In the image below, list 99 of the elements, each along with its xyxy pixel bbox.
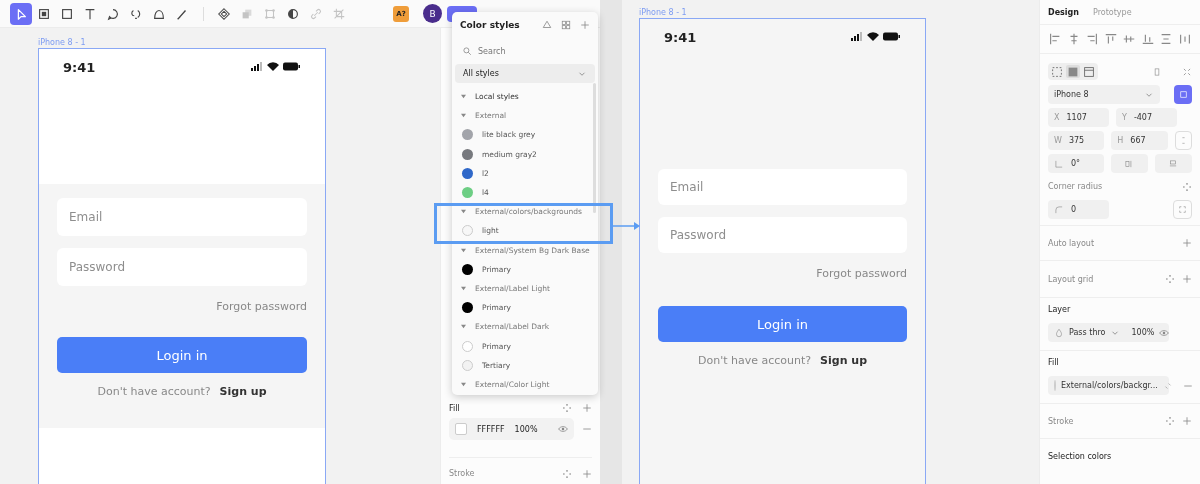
color-swatch: [455, 423, 467, 436]
align-icon: [1103, 32, 1118, 46]
styles-icon: [1182, 181, 1192, 192]
search-field[interactable]: Search: [478, 46, 578, 56]
height-field[interactable]: H 667: [1111, 131, 1168, 150]
password-field[interactable]: Password: [57, 248, 307, 286]
status-time: 9:41: [664, 29, 697, 45]
signup-link[interactable]: Sign up: [820, 354, 868, 367]
popup-title: Color styles: [460, 20, 521, 30]
diamond-icon: [217, 6, 231, 21]
resize-icon: [1152, 66, 1162, 77]
plus-icon: [580, 20, 590, 30]
signup-link[interactable]: Sign up: [219, 385, 267, 398]
disclosure-icon: [461, 247, 466, 253]
align-button[interactable]: [1140, 32, 1155, 46]
plus-icon: [582, 403, 592, 414]
align-button[interactable]: [1048, 32, 1062, 46]
plus-icon: [1182, 274, 1192, 284]
stroke-label: Stroke: [1048, 416, 1075, 426]
frame-label: iPhone 8 - 1: [38, 38, 87, 48]
corners-icon: [263, 6, 277, 21]
styles-icon: [562, 468, 572, 479]
eye-icon: [1159, 327, 1170, 338]
eye-icon: [558, 424, 568, 435]
corner-radius-label: Corner radius: [1048, 182, 1104, 191]
frame-type-icon[interactable]: [1066, 65, 1080, 78]
rotation-field[interactable]: 0°: [1048, 154, 1104, 173]
contrast-icon: [286, 6, 300, 21]
crop-icon: [332, 6, 346, 21]
disclosure-icon: [461, 285, 466, 291]
flip-icon: [1124, 158, 1135, 169]
x-field[interactable]: X 1107: [1048, 108, 1109, 127]
panel-tab[interactable]: Design: [1048, 7, 1079, 17]
align-button[interactable]: [1177, 32, 1192, 46]
layer-label: Layer: [1048, 305, 1072, 314]
signup-prompt: Don't have account?: [97, 385, 211, 398]
login-button[interactable]: Login in: [57, 337, 307, 373]
width-field[interactable]: W 375: [1048, 131, 1105, 150]
plus-icon: [582, 468, 592, 479]
preset-dropdown[interactable]: iPhone 8: [1048, 85, 1161, 104]
login-button[interactable]: Login in: [658, 306, 907, 342]
selection-colors-label: Selection colors: [1048, 451, 1113, 461]
search-icon: [462, 46, 472, 56]
styles-dropdown[interactable]: All styles: [455, 64, 595, 83]
styles-icon: [562, 403, 572, 414]
angle-icon: [1054, 158, 1064, 169]
clip-button[interactable]: [1174, 85, 1192, 104]
align-icon: [1085, 32, 1100, 46]
disclosure-icon: [461, 94, 466, 100]
grid-icon: [561, 20, 571, 30]
collapse-icon: [1182, 66, 1192, 77]
align-button[interactable]: [1085, 32, 1100, 46]
radius-icon: [1054, 204, 1064, 215]
styles-icon: [1165, 416, 1175, 426]
flip-icon: [1168, 158, 1179, 169]
status-icons: [851, 32, 901, 42]
y-field[interactable]: Y -407: [1116, 108, 1177, 127]
fill-label: Fill: [1048, 358, 1060, 367]
square-icon: [1177, 89, 1189, 100]
disclosure-icon: [461, 209, 466, 215]
styles-icon: [1165, 274, 1175, 284]
rectangle-icon: [60, 6, 74, 21]
frame-icon: [37, 6, 51, 21]
signup-prompt: Don't have account?: [697, 354, 812, 367]
tool-button[interactable]: [10, 2, 32, 25]
disclosure-icon: [461, 381, 466, 387]
fill-hex: FFFFFF: [477, 424, 505, 434]
align-icon: [1177, 32, 1192, 46]
layout-grid-label: Layout grid: [1048, 274, 1095, 284]
speech-bubble-icon: [106, 6, 120, 21]
status-time: 9:41: [63, 59, 96, 75]
email-field[interactable]: Email: [57, 198, 307, 236]
frame-label: iPhone 8 - 1: [639, 8, 688, 18]
pointer-arrow: [612, 222, 640, 230]
password-field[interactable]: Password: [658, 217, 907, 253]
fill-row[interactable]: FFFFFF 100%: [449, 418, 574, 441]
frame-type-icon[interactable]: [1082, 65, 1096, 78]
align-icon: [1140, 32, 1155, 46]
stroke-label: Stroke: [449, 469, 475, 479]
frame-type-icon[interactable]: [1050, 65, 1064, 78]
radius-field[interactable]: 0: [1048, 200, 1109, 219]
layer-blend-row[interactable]: Pass thro 100%: [1048, 323, 1169, 342]
corners-icon: [1178, 205, 1187, 214]
auto-layout-label: Auto layout: [1048, 238, 1096, 248]
text-icon: [83, 6, 97, 21]
fill-style-row[interactable]: External/colors/backgr...: [1048, 376, 1169, 395]
plus-icon: [1182, 238, 1192, 248]
fill-label: Fill: [449, 403, 460, 413]
email-field[interactable]: Email: [658, 169, 907, 205]
drop-icon: [1054, 327, 1064, 338]
align-icon: [1048, 32, 1062, 46]
link-icon: [309, 6, 323, 21]
status-icons: [251, 62, 301, 72]
disclosure-icon: [461, 113, 466, 119]
align-button[interactable]: [1103, 32, 1118, 46]
plus-icon: [1182, 416, 1192, 426]
fill-opacity: 100%: [514, 424, 539, 434]
user-avatar[interactable]: B: [423, 4, 442, 23]
disclosure-icon: [461, 324, 466, 330]
